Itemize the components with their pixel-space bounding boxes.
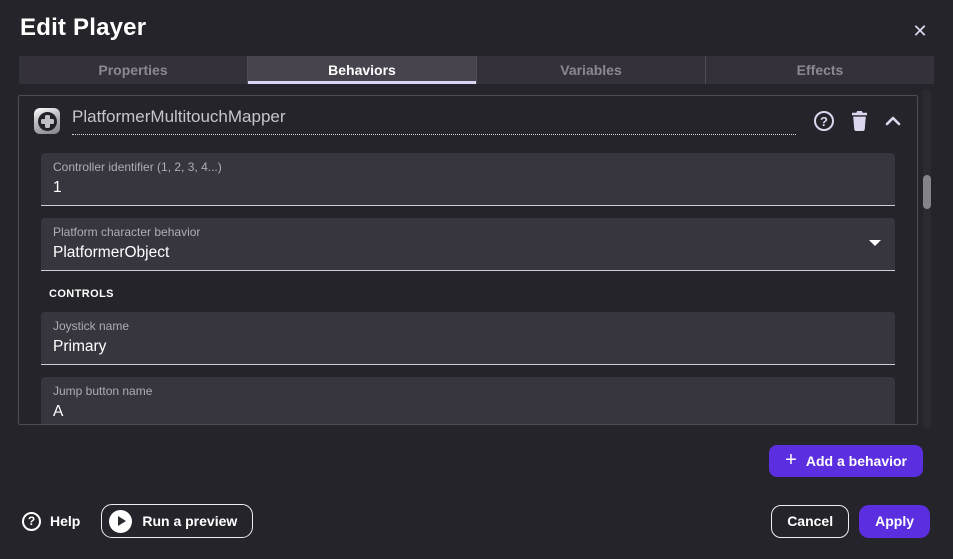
tab-behaviors[interactable]: Behaviors xyxy=(247,56,476,84)
delete-behavior-icon[interactable] xyxy=(851,111,868,131)
field-label: Controller identifier (1, 2, 3, 4...) xyxy=(53,160,883,174)
behaviors-scroll-area: PlatformerMultitouchMapper ? xyxy=(0,89,953,437)
apply-button[interactable]: Apply xyxy=(859,505,930,538)
trash-icon xyxy=(851,111,868,131)
field-label: Joystick name xyxy=(53,319,883,333)
page-title: Edit Player xyxy=(20,14,146,42)
close-icon[interactable]: ✕ xyxy=(907,18,933,44)
help-label: Help xyxy=(50,513,80,529)
cancel-button[interactable]: Cancel xyxy=(771,505,849,538)
platform-character-behavior-select[interactable]: Platform character behavior PlatformerOb… xyxy=(41,218,895,271)
add-behavior-button[interactable]: + Add a behavior xyxy=(769,445,923,477)
tab-properties[interactable]: Properties xyxy=(19,56,247,84)
field-label: Platform character behavior xyxy=(53,225,883,239)
gamepad-behavior-icon xyxy=(34,108,60,134)
jump-button-name-field[interactable]: Jump button name xyxy=(41,377,895,425)
behavior-help-icon[interactable]: ? xyxy=(814,111,834,131)
tab-effects[interactable]: Effects xyxy=(705,56,934,84)
vertical-scrollbar-thumb[interactable] xyxy=(923,175,931,209)
tab-bar: Properties Behaviors Variables Effects xyxy=(19,56,934,84)
behavior-card-header: PlatformerMultitouchMapper ? xyxy=(19,96,917,141)
vertical-scrollbar-track[interactable] xyxy=(923,89,931,429)
edit-player-dialog: Edit Player ✕ Properties Behaviors Varia… xyxy=(0,0,953,559)
collapse-behavior-icon[interactable] xyxy=(885,116,901,126)
run-preview-label: Run a preview xyxy=(142,513,237,529)
add-behavior-label: Add a behavior xyxy=(806,453,907,469)
joystick-name-input[interactable] xyxy=(53,337,850,356)
help-button[interactable]: ? Help xyxy=(22,512,80,531)
select-value: PlatformerObject xyxy=(53,243,850,262)
chevron-up-icon xyxy=(885,116,901,126)
chevron-down-icon xyxy=(869,240,881,246)
controller-identifier-input[interactable] xyxy=(53,178,850,197)
help-icon: ? xyxy=(22,512,41,531)
run-preview-button[interactable]: Run a preview xyxy=(101,504,253,538)
jump-button-name-input[interactable] xyxy=(53,402,850,421)
play-icon xyxy=(109,510,132,533)
dialog-header: Edit Player ✕ xyxy=(0,0,953,56)
field-label: Jump button name xyxy=(53,384,883,398)
behavior-card-actions: ? xyxy=(814,111,903,131)
behavior-name-field[interactable]: PlatformerMultitouchMapper xyxy=(72,107,796,135)
joystick-name-field[interactable]: Joystick name xyxy=(41,312,895,365)
tab-variables[interactable]: Variables xyxy=(476,56,705,84)
controls-section-title: CONTROLS xyxy=(49,288,895,300)
behavior-name: PlatformerMultitouchMapper xyxy=(72,107,286,126)
plus-icon: + xyxy=(785,450,797,470)
dialog-footer: ? Help Run a preview Cancel Apply xyxy=(0,504,953,538)
controller-identifier-field[interactable]: Controller identifier (1, 2, 3, 4...) xyxy=(41,153,895,206)
add-behavior-row: + Add a behavior xyxy=(0,437,953,477)
behavior-card: PlatformerMultitouchMapper ? xyxy=(18,95,918,425)
